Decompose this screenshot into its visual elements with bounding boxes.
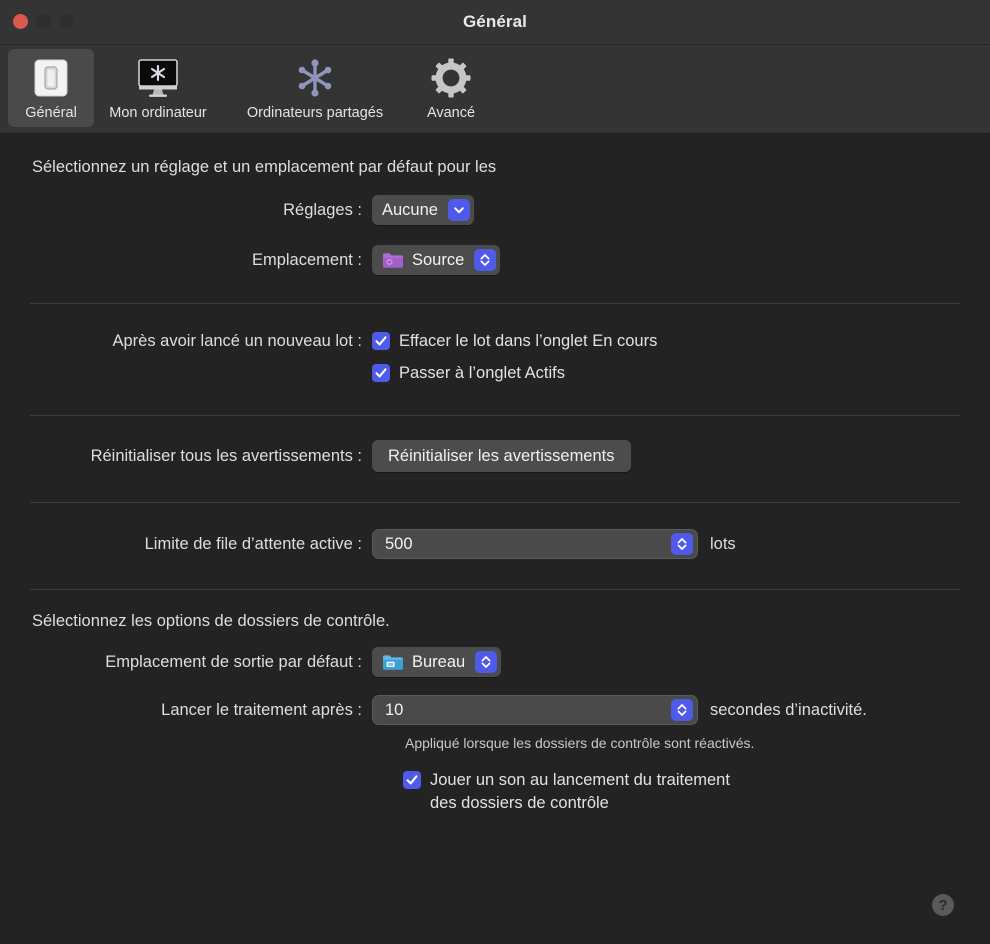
watched-folders-heading: Sélectionnez les options de dossiers de … [32, 612, 390, 630]
preferences-content: Sélectionnez un réglage et un emplacemen… [0, 134, 990, 815]
stepper-updown-icon[interactable] [671, 533, 693, 555]
toolbar-label-advanced: Avancé [426, 105, 476, 121]
toolbar-item-advanced[interactable]: Avancé [408, 49, 494, 127]
checkmark-icon [372, 364, 390, 382]
title-bar: Général [0, 0, 990, 45]
settings-row: Réglages : Aucune [0, 195, 990, 225]
checkbox-clear-batch-label: Effacer le lot dans l’onglet En cours [399, 332, 658, 350]
separator-2 [30, 415, 960, 416]
stepper-updown-icon [474, 249, 497, 271]
processing-delay-label: Lancer le traitement après : [161, 700, 362, 719]
help-button[interactable]: ? [932, 894, 954, 916]
toolbar-label-general: Général [25, 105, 77, 121]
preferences-window: Général Général Mon ordinateur Ordinateu… [0, 0, 990, 944]
separator-1 [30, 303, 960, 304]
location-popup-value: Source [412, 250, 465, 269]
checkbox-switch-tab-label: Passer à l’onglet Actifs [399, 364, 565, 382]
toolbar-label-shared-computers: Ordinateurs partagés [246, 105, 384, 121]
checkbox-clear-batch[interactable]: Effacer le lot dans l’onglet En cours [372, 330, 657, 353]
checkbox-switch-tab[interactable]: Passer à l’onglet Actifs [372, 362, 565, 385]
after-batch-label: Après avoir lancé un nouveau lot : [112, 332, 363, 350]
reset-warnings-row: Réinitialiser tous les avertissements : … [0, 440, 990, 472]
settings-label: Réglages : [283, 200, 362, 219]
queue-limit-suffix: lots [710, 534, 736, 553]
checkbox-play-sound-label-line2: des dossiers de contrôle [430, 794, 609, 812]
location-popup-button[interactable]: Source [372, 245, 501, 275]
separator-3 [30, 502, 960, 503]
processing-delay-field[interactable]: 10 [372, 695, 698, 725]
processing-delay-hint: Appliqué lorsque les dossiers de contrôl… [405, 735, 755, 751]
output-location-popup-button[interactable]: Bureau [372, 647, 502, 677]
purple-folder-icon [382, 251, 404, 269]
chevron-down-icon [447, 199, 470, 221]
window-title: Général [462, 12, 527, 31]
processing-delay-suffix: secondes d’inactivité. [710, 700, 867, 719]
toggle-switch-icon [12, 55, 90, 101]
stepper-updown-icon[interactable] [671, 699, 693, 721]
reset-warnings-label: Réinitialiser tous les avertissements : [90, 446, 362, 465]
location-row: Emplacement : Source [0, 245, 990, 275]
asterisk-network-icon [226, 55, 404, 101]
queue-limit-row: Limite de file d’attente active : 500 lo… [0, 529, 990, 559]
checkmark-icon [403, 771, 421, 789]
toolbar-label-my-computer: Mon ordinateur [109, 105, 207, 121]
after-batch-row: Après avoir lancé un nouveau lot : Effac… [0, 330, 990, 353]
toolbar-item-shared-computers[interactable]: Ordinateurs partagés [222, 49, 408, 127]
gear-icon [412, 55, 490, 101]
output-location-row: Emplacement de sortie par défaut : Burea… [0, 647, 990, 677]
checkbox-play-sound-label-line1: Jouer un son au lancement du traitement [430, 771, 730, 789]
output-location-label: Emplacement de sortie par défaut : [105, 652, 362, 671]
processing-delay-value: 10 [385, 700, 404, 719]
location-label: Emplacement : [251, 250, 362, 269]
stepper-updown-icon [475, 651, 498, 673]
toolbar-item-general[interactable]: Général [8, 49, 94, 127]
toolbar-item-my-computer[interactable]: Mon ordinateur [94, 49, 222, 127]
preferences-toolbar: Général Mon ordinateur Ordinateurs parta… [0, 45, 990, 134]
processing-delay-row: Lancer le traitement après : 10 secondes… [0, 695, 990, 725]
queue-limit-value: 500 [385, 534, 413, 553]
output-location-value: Bureau [412, 652, 466, 671]
reset-warnings-button[interactable]: Réinitialiser les avertissements [372, 440, 631, 472]
settings-popup-button[interactable]: Aucune [372, 195, 474, 225]
switch-tab-row: Passer à l’onglet Actifs [0, 362, 990, 385]
queue-limit-label: Limite de file d’attente active : [144, 534, 362, 553]
display-asterisk-icon [98, 55, 218, 101]
blue-desktop-folder-icon [382, 653, 404, 671]
queue-limit-field[interactable]: 500 [372, 529, 698, 559]
checkbox-play-sound[interactable]: Jouer un son au lancement du traitement … [403, 769, 990, 815]
defaults-heading: Sélectionnez un réglage et un emplacemen… [32, 158, 497, 176]
settings-popup-value: Aucune [382, 200, 438, 219]
checkmark-icon [372, 332, 390, 350]
